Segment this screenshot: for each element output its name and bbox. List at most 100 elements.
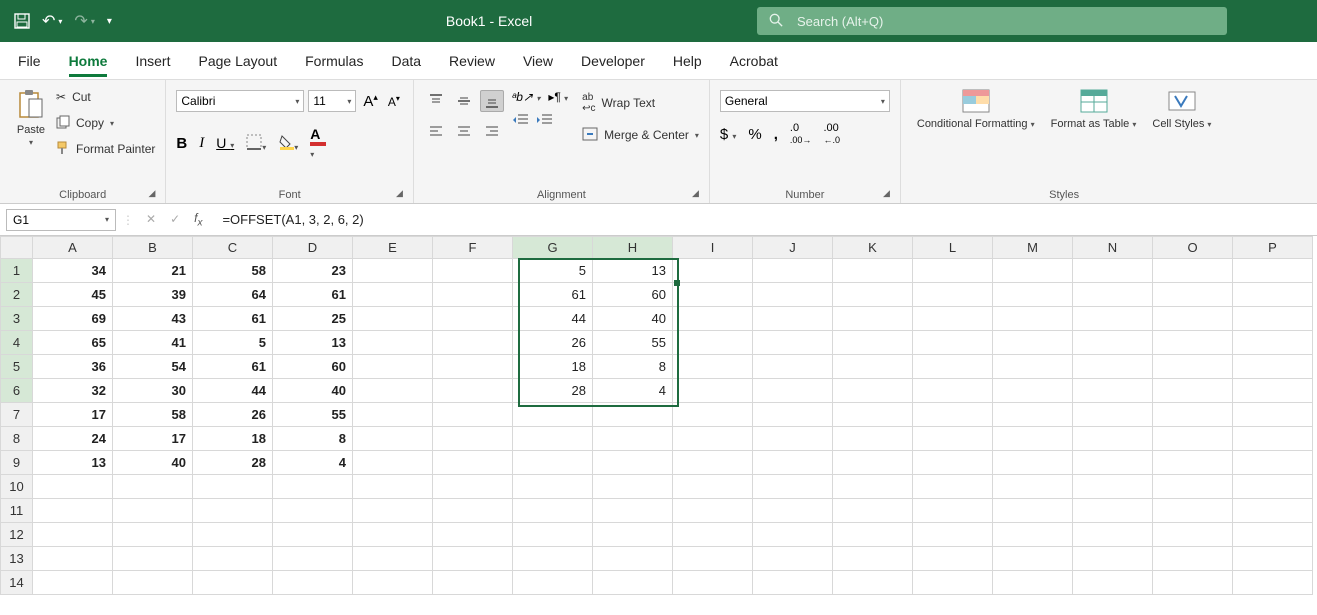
cell-I5[interactable] bbox=[673, 355, 753, 379]
cell-C3[interactable]: 61 bbox=[193, 307, 273, 331]
cell-N8[interactable] bbox=[1073, 427, 1153, 451]
cell-B2[interactable]: 39 bbox=[113, 283, 193, 307]
align-right-button[interactable] bbox=[480, 120, 504, 142]
dialog-launcher-icon[interactable]: ◢ bbox=[883, 188, 890, 199]
cell-G5[interactable]: 18 bbox=[513, 355, 593, 379]
cell-L11[interactable] bbox=[913, 499, 993, 523]
cell-I14[interactable] bbox=[673, 571, 753, 595]
cell-O7[interactable] bbox=[1153, 403, 1233, 427]
row-header-13[interactable]: 13 bbox=[1, 547, 33, 571]
row-header-7[interactable]: 7 bbox=[1, 403, 33, 427]
column-header-A[interactable]: A bbox=[33, 237, 113, 259]
cell-H13[interactable] bbox=[593, 547, 673, 571]
dialog-launcher-icon[interactable]: ◢ bbox=[396, 188, 403, 199]
cell-J14[interactable] bbox=[753, 571, 833, 595]
column-header-C[interactable]: C bbox=[193, 237, 273, 259]
cell-P6[interactable] bbox=[1233, 379, 1313, 403]
paste-button[interactable]: Paste ▾ bbox=[10, 84, 52, 151]
cell-A7[interactable]: 17 bbox=[33, 403, 113, 427]
cell-I13[interactable] bbox=[673, 547, 753, 571]
cell-M13[interactable] bbox=[993, 547, 1073, 571]
cell-J5[interactable] bbox=[753, 355, 833, 379]
cell-L2[interactable] bbox=[913, 283, 993, 307]
redo-button[interactable]: ↷▾ bbox=[74, 11, 94, 31]
increase-font-icon[interactable]: A▴ bbox=[360, 92, 381, 110]
decrease-decimal-button[interactable]: .00←.0 bbox=[823, 122, 840, 146]
cell-G7[interactable] bbox=[513, 403, 593, 427]
cell-A1[interactable]: 34 bbox=[33, 259, 113, 283]
underline-button[interactable]: U ▾ bbox=[216, 135, 234, 151]
orientation-button[interactable]: ᵃb↗ ▾ bbox=[512, 90, 540, 104]
cell-L8[interactable] bbox=[913, 427, 993, 451]
cell-D2[interactable]: 61 bbox=[273, 283, 353, 307]
cell-F10[interactable] bbox=[433, 475, 513, 499]
column-header-P[interactable]: P bbox=[1233, 237, 1313, 259]
cell-J8[interactable] bbox=[753, 427, 833, 451]
row-header-14[interactable]: 14 bbox=[1, 571, 33, 595]
tab-page-layout[interactable]: Page Layout bbox=[198, 45, 277, 77]
cell-G9[interactable] bbox=[513, 451, 593, 475]
formula-input[interactable]: =OFFSET(A1, 3, 2, 6, 2) bbox=[214, 212, 1317, 227]
cell-P12[interactable] bbox=[1233, 523, 1313, 547]
cell-O9[interactable] bbox=[1153, 451, 1233, 475]
cell-M6[interactable] bbox=[993, 379, 1073, 403]
cell-I8[interactable] bbox=[673, 427, 753, 451]
cell-B9[interactable]: 40 bbox=[113, 451, 193, 475]
increase-indent-button[interactable] bbox=[536, 112, 554, 131]
column-header-F[interactable]: F bbox=[433, 237, 513, 259]
cancel-icon[interactable]: ✕ bbox=[146, 212, 156, 226]
cell-C8[interactable]: 18 bbox=[193, 427, 273, 451]
cell-B13[interactable] bbox=[113, 547, 193, 571]
cell-K11[interactable] bbox=[833, 499, 913, 523]
cell-B1[interactable]: 21 bbox=[113, 259, 193, 283]
tab-formulas[interactable]: Formulas bbox=[305, 45, 363, 77]
cell-N6[interactable] bbox=[1073, 379, 1153, 403]
format-painter-button[interactable]: Format Painter bbox=[56, 136, 155, 162]
tab-view[interactable]: View bbox=[523, 45, 553, 77]
worksheet-grid[interactable]: ABCDEFGHIJKLMNOP134215823513245396461616… bbox=[0, 236, 1313, 595]
cell-L14[interactable] bbox=[913, 571, 993, 595]
cell-J12[interactable] bbox=[753, 523, 833, 547]
cell-J4[interactable] bbox=[753, 331, 833, 355]
row-header-9[interactable]: 9 bbox=[1, 451, 33, 475]
cell-D13[interactable] bbox=[273, 547, 353, 571]
percent-button[interactable]: % bbox=[748, 126, 761, 143]
cell-B3[interactable]: 43 bbox=[113, 307, 193, 331]
cell-C14[interactable] bbox=[193, 571, 273, 595]
cell-O2[interactable] bbox=[1153, 283, 1233, 307]
copy-button[interactable]: Copy▾ bbox=[56, 110, 155, 136]
font-color-button[interactable]: A▾ bbox=[310, 126, 326, 160]
cell-E5[interactable] bbox=[353, 355, 433, 379]
cell-P1[interactable] bbox=[1233, 259, 1313, 283]
cell-M5[interactable] bbox=[993, 355, 1073, 379]
tab-file[interactable]: File bbox=[18, 45, 41, 77]
cell-L10[interactable] bbox=[913, 475, 993, 499]
cell-A9[interactable]: 13 bbox=[33, 451, 113, 475]
cell-P9[interactable] bbox=[1233, 451, 1313, 475]
text-direction-button[interactable]: ▸¶ ▾ bbox=[548, 90, 568, 104]
cell-O11[interactable] bbox=[1153, 499, 1233, 523]
search-input[interactable]: Search (Alt+Q) bbox=[757, 7, 1227, 35]
number-format-select[interactable]: General▾ bbox=[720, 90, 890, 112]
wrap-text-button[interactable]: ab↩cWrap Text bbox=[582, 90, 699, 116]
column-header-H[interactable]: H bbox=[593, 237, 673, 259]
cell-L7[interactable] bbox=[913, 403, 993, 427]
cell-N7[interactable] bbox=[1073, 403, 1153, 427]
cell-N4[interactable] bbox=[1073, 331, 1153, 355]
cell-L4[interactable] bbox=[913, 331, 993, 355]
font-size-select[interactable]: 11▾ bbox=[308, 90, 356, 112]
cell-F4[interactable] bbox=[433, 331, 513, 355]
cell-N14[interactable] bbox=[1073, 571, 1153, 595]
cell-P8[interactable] bbox=[1233, 427, 1313, 451]
italic-button[interactable]: I bbox=[199, 135, 204, 152]
cell-E6[interactable] bbox=[353, 379, 433, 403]
cell-C11[interactable] bbox=[193, 499, 273, 523]
cell-B6[interactable]: 30 bbox=[113, 379, 193, 403]
cell-E2[interactable] bbox=[353, 283, 433, 307]
cell-C6[interactable]: 44 bbox=[193, 379, 273, 403]
cell-M11[interactable] bbox=[993, 499, 1073, 523]
borders-button[interactable]: ▾ bbox=[246, 134, 266, 153]
format-as-table-button[interactable]: Format as Table ▾ bbox=[1045, 84, 1143, 135]
cell-H3[interactable]: 40 bbox=[593, 307, 673, 331]
cell-G2[interactable]: 61 bbox=[513, 283, 593, 307]
